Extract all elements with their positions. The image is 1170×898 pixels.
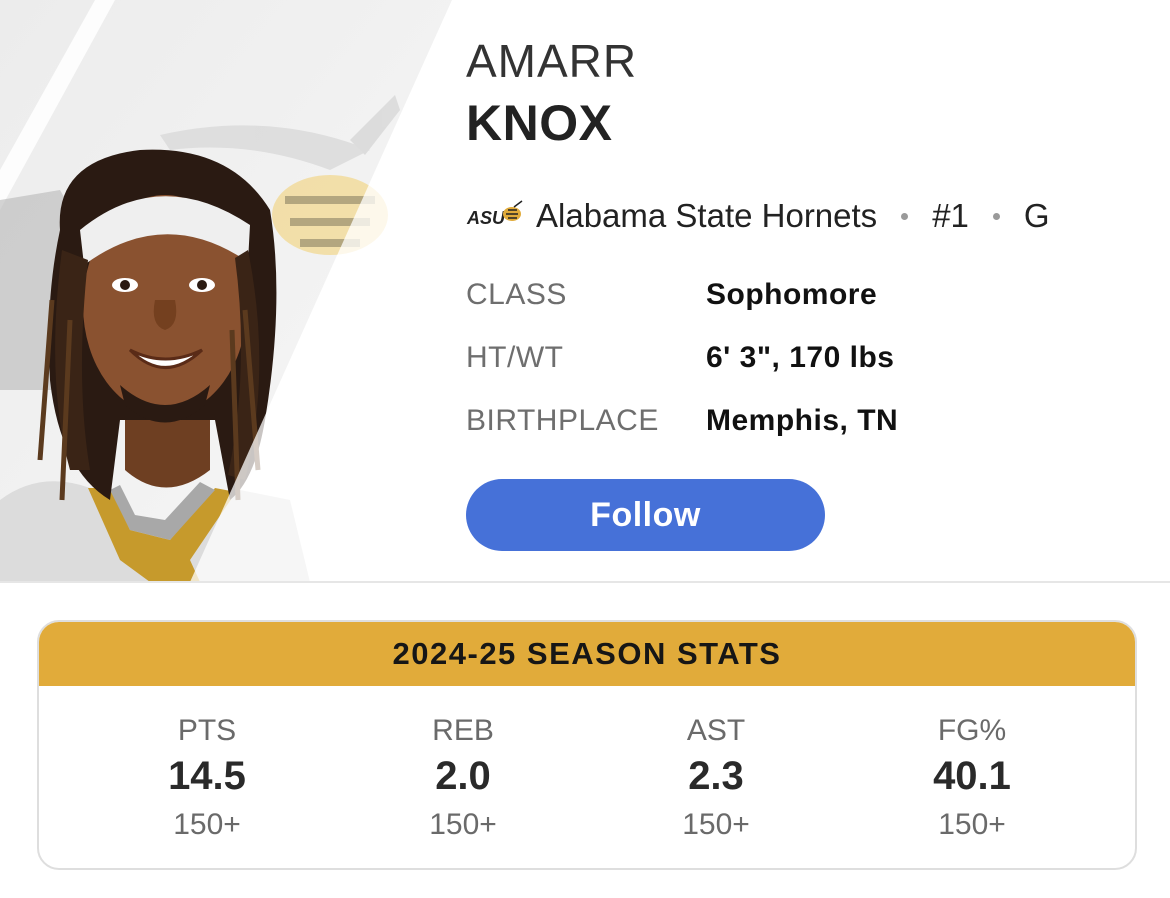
player-info: AMARR KNOX ASU Alabama State Hornets #1 …	[466, 0, 1166, 582]
season-stats-row: PTS 14.5 150+ REB 2.0 150+ AST 2.3 150+ …	[39, 686, 1135, 868]
stat-value: 14.5	[168, 754, 246, 798]
separator-dot	[901, 212, 909, 220]
team-logo-icon: ASU	[466, 200, 523, 228]
stat-label: AST	[686, 714, 746, 747]
stat-rank: 150+	[173, 808, 241, 841]
stat-value: 40.1	[933, 754, 1011, 798]
stat-label: REB	[432, 714, 494, 747]
bio-value: Memphis, TN	[706, 404, 899, 437]
player-last-name: KNOX	[466, 95, 613, 151]
player-header: AMARR KNOX ASU Alabama State Hornets #1 …	[0, 0, 1170, 582]
stat-rank: 150+	[682, 808, 750, 841]
season-stats-title: 2024-25 SEASON STATS	[39, 622, 1135, 686]
bio-value: 6' 3", 170 lbs	[706, 341, 895, 374]
bio-value: Sophomore	[706, 278, 878, 311]
player-headshot	[0, 0, 460, 582]
jersey-number: #1	[932, 197, 969, 234]
bio-label: HT/WT	[466, 341, 564, 374]
stat-label: FG%	[937, 714, 1007, 747]
stat-label: PTS	[177, 714, 237, 747]
header-divider	[0, 581, 1170, 583]
bio-label: CLASS	[466, 278, 567, 311]
separator-dot	[992, 212, 1000, 220]
stat-rank: 150+	[429, 808, 497, 841]
player-first-name: AMARR	[466, 35, 638, 87]
bio-label: BIRTHPLACE	[466, 404, 659, 437]
season-stats-card: 2024-25 SEASON STATS PTS 14.5 150+ REB 2…	[37, 620, 1137, 870]
player-photo-area	[0, 0, 460, 582]
stat-value: 2.0	[435, 754, 491, 798]
team-row: ASU Alabama State Hornets #1 G	[466, 194, 1050, 238]
svg-text:ASU: ASU	[466, 208, 506, 228]
follow-button[interactable]: Follow	[466, 479, 825, 551]
player-position: G	[1023, 197, 1050, 234]
stat-rank: 150+	[938, 808, 1006, 841]
team-name-link[interactable]: Alabama State Hornets	[536, 197, 877, 235]
stat-value: 2.3	[688, 754, 744, 798]
